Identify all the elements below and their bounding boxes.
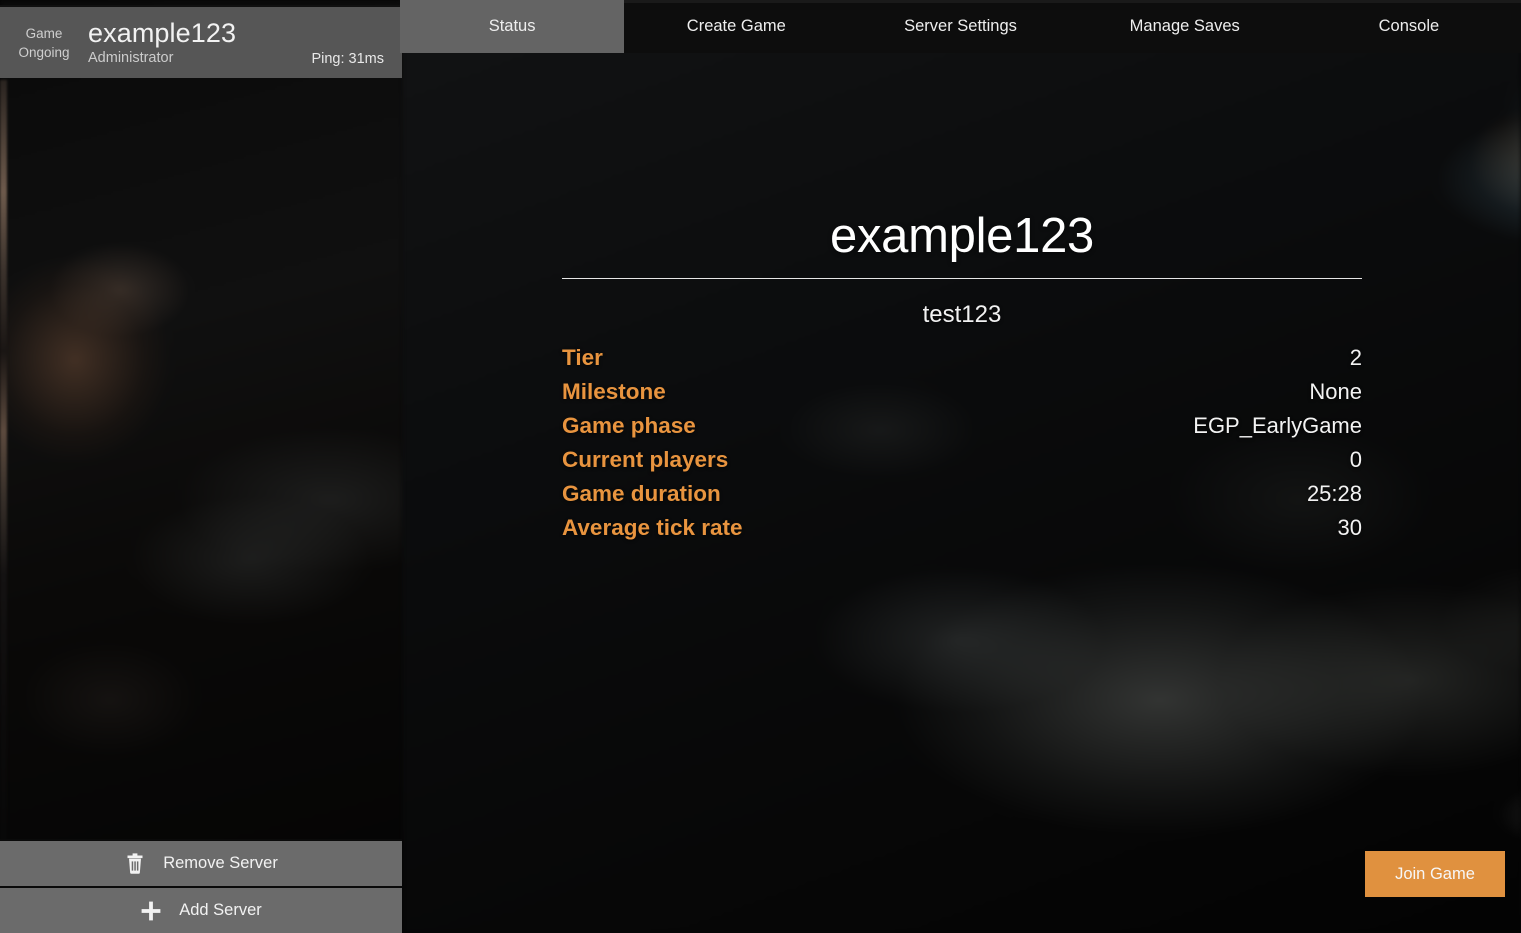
tab-create-game[interactable]: Create Game — [624, 0, 848, 53]
tab-status-label: Status — [488, 17, 536, 35]
stat-row-game-duration: Game duration 25:28 — [562, 477, 1362, 511]
stat-label-game-phase: Game phase — [562, 413, 696, 438]
plus-icon — [140, 899, 162, 923]
server-identity: example123 Administrator Ping: 31ms — [84, 18, 402, 68]
page-title: example123 — [830, 209, 1094, 263]
tab-status[interactable]: Status — [400, 0, 625, 53]
stat-value-game-phase: EGP_EarlyGame — [1193, 413, 1362, 438]
remove-server-label: Remove Server — [163, 854, 278, 872]
tab-manage-saves[interactable]: Manage Saves — [1073, 0, 1297, 53]
stat-label-milestone: Milestone — [562, 379, 666, 404]
server-ping: Ping: 31ms — [311, 50, 384, 67]
server-list-panel: Game Ongoing example123 Administrator Pi… — [0, 0, 402, 933]
stat-value-current-players: 0 — [1349, 447, 1362, 472]
stat-row-average-tick-rate: Average tick rate 30 — [562, 511, 1362, 545]
add-server-label: Add Server — [179, 901, 262, 919]
stat-row-tier: Tier 2 — [562, 341, 1362, 375]
page-subtitle: test123 — [922, 301, 1002, 328]
server-name: example123 — [88, 17, 237, 48]
stat-row-current-players: Current players 0 — [562, 443, 1362, 477]
tab-bar: Status Create Game Server Settings Manag… — [400, 0, 1521, 53]
status-tab-content: example123 test123 Tier 2 Milestone None… — [400, 53, 1521, 933]
app-root: Game Ongoing example123 Administrator Pi… — [0, 0, 1521, 933]
tab-manage-saves-label: Manage Saves — [1129, 17, 1240, 35]
server-list-item-example123[interactable]: Game Ongoing example123 Administrator Pi… — [0, 5, 402, 78]
tab-console-label: Console — [1378, 17, 1440, 35]
add-server-button[interactable]: Add Server — [0, 886, 402, 933]
remove-server-button[interactable]: Remove Server — [0, 839, 402, 886]
trash-icon — [124, 852, 146, 876]
stat-label-tier: Tier — [562, 345, 603, 370]
server-status-indicator: Game Ongoing — [0, 24, 84, 62]
stat-value-milestone: None — [1309, 379, 1362, 404]
join-game-label: Join Game — [1395, 864, 1475, 883]
tab-console[interactable]: Console — [1297, 0, 1521, 53]
server-list-empty-area — [0, 78, 402, 835]
tab-server-settings[interactable]: Server Settings — [848, 0, 1072, 53]
status-panel: example123 test123 Tier 2 Milestone None… — [562, 208, 1362, 545]
stat-value-tier: 2 — [1349, 345, 1362, 370]
server-status-line1: Game — [25, 25, 63, 41]
stat-row-game-phase: Game phase EGP_EarlyGame — [562, 409, 1362, 443]
status-stats-list: Tier 2 Milestone None Game phase EGP_Ear… — [562, 341, 1362, 545]
tab-server-settings-label: Server Settings — [904, 17, 1017, 35]
stat-value-average-tick-rate: 30 — [1337, 515, 1362, 540]
server-actions: Remove Server Add Server — [0, 839, 402, 933]
join-game-button[interactable]: Join Game — [1365, 851, 1505, 897]
title-divider — [562, 278, 1362, 279]
stat-label-game-duration: Game duration — [562, 481, 721, 506]
stat-label-current-players: Current players — [562, 447, 729, 472]
tab-create-game-label: Create Game — [686, 17, 786, 35]
server-status-line2: Ongoing — [18, 44, 70, 60]
stat-label-average-tick-rate: Average tick rate — [562, 515, 743, 540]
stat-row-milestone: Milestone None — [562, 375, 1362, 409]
stat-value-game-duration: 25:28 — [1306, 481, 1362, 506]
